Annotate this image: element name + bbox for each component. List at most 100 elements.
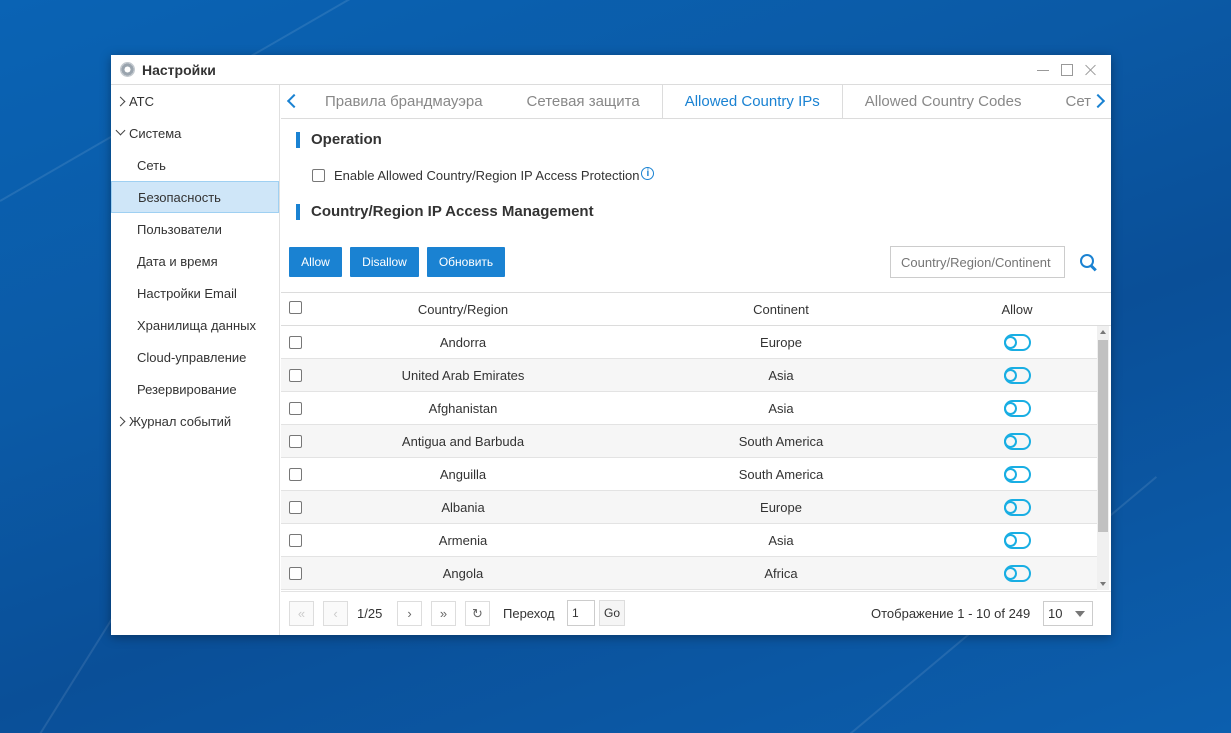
allow-toggle[interactable] bbox=[1003, 333, 1031, 351]
continent-cell: Europe bbox=[760, 334, 802, 350]
section-marker bbox=[296, 203, 300, 220]
sidebar-item-backup[interactable]: Резервирование bbox=[111, 373, 279, 405]
first-page-icon[interactable]: « bbox=[289, 601, 314, 626]
row-checkbox[interactable] bbox=[289, 401, 302, 415]
gear-icon bbox=[120, 62, 135, 77]
title-bar: Настройки bbox=[111, 55, 1111, 85]
sidebar-item-event-log[interactable]: Журнал событий bbox=[111, 405, 279, 437]
row-checkbox[interactable] bbox=[289, 467, 302, 481]
scroll-down-icon[interactable] bbox=[1100, 582, 1106, 586]
sidebar-item-label: Cloud-управление bbox=[137, 349, 247, 365]
sidebar-item-network[interactable]: Сеть bbox=[111, 149, 279, 181]
sidebar-item-storage[interactable]: Хранилища данных bbox=[111, 309, 279, 341]
page-size-value: 10 bbox=[1048, 606, 1063, 621]
tab-network-protection[interactable]: Сетевая защита bbox=[505, 85, 662, 118]
sidebar-item-cloud[interactable]: Cloud-управление bbox=[111, 341, 279, 373]
page-size-select[interactable]: 10 bbox=[1043, 601, 1093, 626]
table-row: Albania Europe bbox=[281, 491, 1097, 524]
continent-cell: Asia bbox=[768, 400, 794, 416]
row-checkbox[interactable] bbox=[289, 500, 302, 514]
sidebar-item-users[interactable]: Пользователи bbox=[111, 213, 279, 245]
chevron-right-icon bbox=[117, 94, 127, 108]
allow-toggle[interactable] bbox=[1003, 465, 1031, 483]
allow-toggle[interactable] bbox=[1003, 366, 1031, 384]
go-button[interactable]: Go bbox=[599, 600, 625, 626]
scroll-thumb[interactable] bbox=[1098, 340, 1108, 532]
row-checkbox[interactable] bbox=[289, 434, 302, 448]
row-checkbox[interactable] bbox=[289, 368, 302, 382]
sidebar-item-system[interactable]: Система bbox=[111, 117, 279, 149]
sidebar-item-label: Пользователи bbox=[137, 221, 222, 237]
window-controls bbox=[1037, 55, 1097, 85]
table-row: United Arab Emirates Asia bbox=[281, 359, 1097, 392]
column-header-allow[interactable]: Allow bbox=[917, 302, 1117, 317]
goto-page-input[interactable] bbox=[567, 600, 595, 626]
sidebar-item-label: Дата и время bbox=[137, 253, 218, 269]
allow-toggle[interactable] bbox=[1003, 498, 1031, 516]
table-body: Andorra Europe United Arab Emirates Asia… bbox=[281, 326, 1111, 590]
tab-bar: Правила брандмауэра Сетевая защита Allow… bbox=[281, 85, 1111, 119]
allow-toggle[interactable] bbox=[1003, 432, 1031, 450]
scroll-up-icon[interactable] bbox=[1100, 330, 1106, 334]
search-icon[interactable] bbox=[1079, 253, 1099, 273]
last-page-icon[interactable]: » bbox=[431, 601, 456, 626]
sidebar-item-security[interactable]: Безопасность bbox=[111, 181, 279, 213]
refresh-icon[interactable]: ↻ bbox=[465, 601, 490, 626]
allow-cell bbox=[917, 333, 1111, 351]
search-input[interactable] bbox=[890, 246, 1065, 278]
minimize-icon[interactable] bbox=[1037, 64, 1049, 76]
close-icon[interactable] bbox=[1085, 64, 1097, 76]
country-cell: Antigua and Barbuda bbox=[401, 433, 525, 449]
chevron-left-icon[interactable] bbox=[285, 92, 299, 110]
sidebar-item-label: Хранилища данных bbox=[137, 317, 256, 333]
refresh-button[interactable]: Обновить bbox=[427, 247, 505, 277]
select-all-checkbox[interactable] bbox=[289, 301, 302, 314]
info-icon[interactable]: i bbox=[641, 167, 655, 180]
row-checkbox[interactable] bbox=[289, 533, 302, 547]
chevron-right-icon[interactable] bbox=[1093, 92, 1107, 110]
sidebar-item-date-time[interactable]: Дата и время bbox=[111, 245, 279, 277]
window-title: Настройки bbox=[142, 61, 216, 78]
disallow-button[interactable]: Disallow bbox=[350, 247, 419, 277]
tab-allowed-country-ips[interactable]: Allowed Country IPs bbox=[661, 85, 843, 118]
maximize-icon[interactable] bbox=[1061, 64, 1073, 76]
country-cell: United Arab Emirates bbox=[401, 367, 525, 383]
row-checkbox[interactable] bbox=[289, 566, 302, 580]
sidebar-item-ats[interactable]: АТС bbox=[111, 85, 279, 117]
prev-page-icon[interactable]: ‹ bbox=[323, 601, 348, 626]
tab-firewall-rules[interactable]: Правила брандмауэра bbox=[303, 85, 505, 118]
enable-protection-checkbox[interactable] bbox=[312, 169, 325, 182]
sidebar-item-label: Сеть bbox=[137, 157, 166, 173]
allow-toggle[interactable] bbox=[1003, 399, 1031, 417]
sidebar-item-label: Настройки Email bbox=[137, 285, 237, 301]
country-cell: Angola bbox=[442, 565, 484, 581]
column-header-continent[interactable]: Continent bbox=[681, 302, 881, 317]
section-title-text: Operation bbox=[311, 131, 382, 148]
country-cell: Armenia bbox=[438, 532, 488, 548]
row-checkbox[interactable] bbox=[289, 335, 302, 349]
allow-toggle[interactable] bbox=[1003, 531, 1031, 549]
main-content: Правила брандмауэра Сетевая защита Allow… bbox=[281, 85, 1111, 635]
chevron-right-icon bbox=[117, 414, 127, 428]
table-row: Armenia Asia bbox=[281, 524, 1097, 557]
next-page-icon[interactable]: › bbox=[397, 601, 422, 626]
allow-button[interactable]: Allow bbox=[289, 247, 342, 277]
table-row: Anguilla South America bbox=[281, 458, 1097, 491]
table-row: Angola Africa bbox=[281, 557, 1097, 590]
goto-label: Переход bbox=[503, 606, 555, 621]
management-section-title: Country/Region IP Access Management bbox=[296, 203, 594, 220]
column-header-country[interactable]: Country/Region bbox=[363, 302, 563, 317]
allow-cell bbox=[917, 399, 1111, 417]
sidebar-item-label: Журнал событий bbox=[129, 413, 232, 429]
tab-allowed-country-codes[interactable]: Allowed Country Codes bbox=[843, 85, 1044, 118]
sidebar: АТС Система Сеть Безопасность Пользовате… bbox=[111, 85, 280, 635]
page-indicator: 1/25 bbox=[357, 606, 383, 621]
table-scrollbar[interactable] bbox=[1097, 326, 1109, 590]
sidebar-item-email[interactable]: Настройки Email bbox=[111, 277, 279, 309]
continent-cell: Africa bbox=[764, 565, 798, 581]
continent-cell: South America bbox=[738, 433, 824, 449]
allow-toggle[interactable] bbox=[1003, 564, 1031, 582]
operation-section-title: Operation bbox=[296, 131, 382, 148]
sidebar-item-label: Система bbox=[129, 125, 182, 141]
enable-protection-label: Enable Allowed Country/Region IP Access … bbox=[334, 168, 640, 183]
